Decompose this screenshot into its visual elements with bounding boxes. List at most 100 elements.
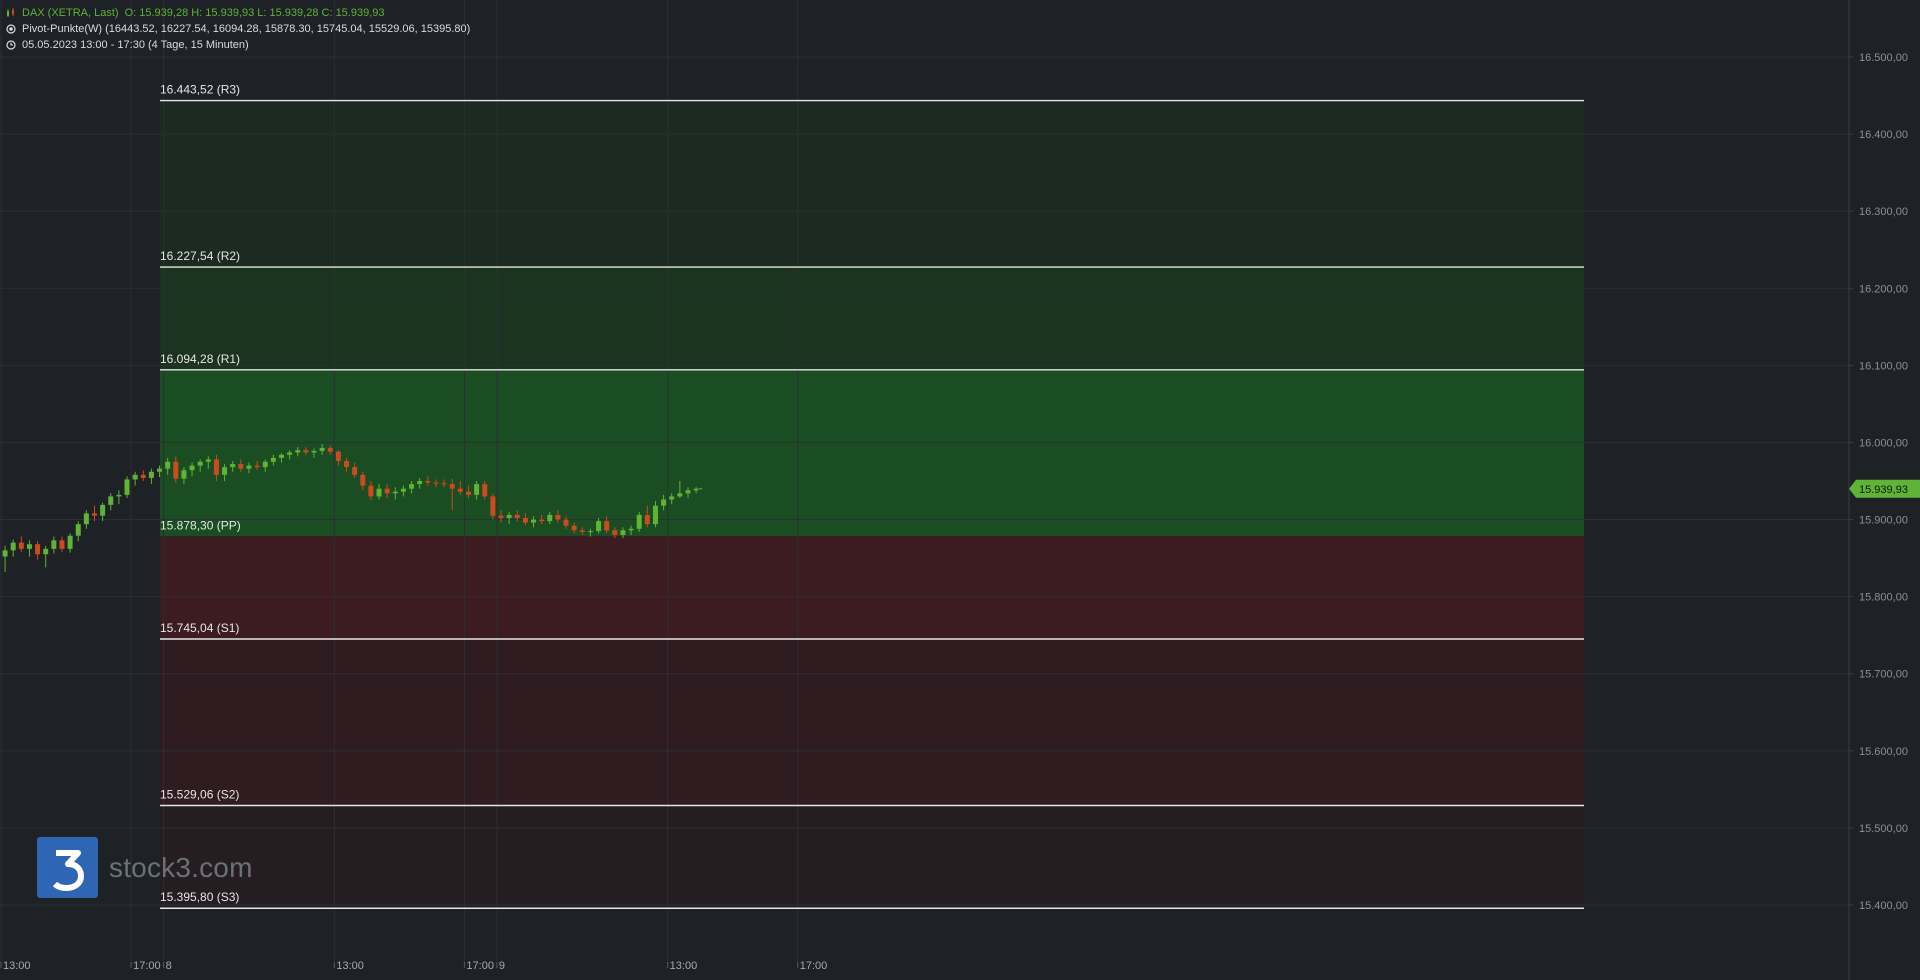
candle-body [246,465,252,469]
candle-body [327,447,333,452]
candle-body [335,451,341,461]
candle-body [222,467,228,475]
candle-body [449,484,455,489]
candle-body [555,514,561,520]
candle-body [262,461,268,468]
current-price-label: 15.939,93 [1859,484,1908,496]
candle-body [636,514,642,529]
candle-body [417,481,423,485]
candle-body [116,494,122,497]
logo-three-glyph [52,849,84,891]
candle-body [140,474,146,478]
candle [26,540,32,557]
candle-body [522,518,528,523]
candle-body [26,544,32,549]
candle [100,502,106,522]
candle-body [205,459,211,462]
candle-body [59,540,65,549]
price-tick-label: 15.600,00 [1859,746,1908,758]
time-tick-label: 13:00 [336,960,364,972]
candle-body [344,460,350,468]
instrument-row: DAX (XETRA, Last) O: 15.939,28 H: 15.939… [6,6,385,20]
clock-icon [6,40,16,50]
candle-body [547,514,553,522]
candle-body [433,482,439,484]
time-tick-label: 17:00 [800,960,828,972]
indicator-label: Pivot-Punkte(W) (16443.52, 16227.54, 160… [22,23,471,35]
target-icon [6,24,16,34]
candle [10,539,16,557]
candle-body [465,491,471,495]
candle-body [18,542,24,549]
candle-body [620,530,626,535]
candle-body [400,488,406,492]
candle [140,470,146,481]
candle-body [425,481,431,483]
candle [124,476,130,498]
candle [132,471,138,486]
candle [490,493,496,520]
candle-body [132,474,138,480]
current-price-tag: 15.939,93 [1849,479,1920,498]
stock3-logo: stock3.com [37,837,253,898]
candle-body [148,471,154,478]
price-tick-label: 15.500,00 [1859,823,1908,835]
candle-body [83,513,89,525]
candle-body [506,514,512,519]
price-tick-label: 16.400,00 [1859,129,1908,141]
pivot-label: 16.227,54 (R2) [160,249,240,263]
time-tick-label: 9 [499,960,505,972]
pivot-candlestick-chart: 16.443,52 (R3) 16.227,54 (R2) 16.094,28 (R… [0,0,1920,980]
candle [2,545,8,572]
candle-body [75,524,81,536]
candle-body [685,490,691,494]
zone-r2-r1 [160,267,1584,370]
pivot-label: 15.529,06 (S2) [160,788,239,802]
candle-body [644,514,650,525]
pivot-label: 16.094,28 (R1) [160,352,240,366]
candle [51,536,57,554]
time-tick-label: 13:00 [670,960,698,972]
zone-r3-r2 [160,100,1584,268]
candle-body [579,530,585,532]
candle-body [319,447,325,451]
candle-body [157,468,163,472]
candle [18,536,24,552]
instrument-name: DAX (XETRA, Last) [22,7,119,19]
time-tick-label: 17:00 [466,960,494,972]
candle-body [254,465,260,468]
price-tick-label: 16.000,00 [1859,437,1908,449]
candle-body [278,454,284,458]
candle-body [197,461,203,466]
time-tick-label: 13:00 [3,960,31,972]
candle-body [295,450,301,453]
candle-body [490,496,496,516]
indicator-row[interactable]: Pivot-Punkte(W) (16443.52, 16227.54, 160… [6,22,470,36]
time-tick-label: 8 [166,960,172,972]
candle-body [628,528,634,531]
candle-body [35,544,41,555]
candle-body [213,459,219,475]
candle-body [91,513,97,516]
candle-body [441,483,447,485]
candle-body [474,484,480,495]
candle-body [311,450,317,453]
candle-body [409,484,415,489]
candle-body [124,479,130,495]
candle [91,505,97,522]
candle-body [652,505,658,525]
candle-body [384,488,390,494]
time-axis: 13:00 17:00 8 13:00 17:00 9 13:00 17:00 [0,960,828,972]
pivot-label: 15.878,30 (PP) [160,518,241,532]
zone-s2-s3 [160,805,1584,909]
candle [83,510,89,529]
candle-body [230,464,236,468]
candle-body [571,525,577,531]
candle-body [303,450,309,453]
candlestick-icon [7,8,14,17]
price-tick-label: 15.400,00 [1859,900,1908,912]
candle-body [457,488,463,492]
candle-body [661,499,667,506]
candle [67,533,73,553]
price-tick-label: 15.900,00 [1859,515,1908,527]
